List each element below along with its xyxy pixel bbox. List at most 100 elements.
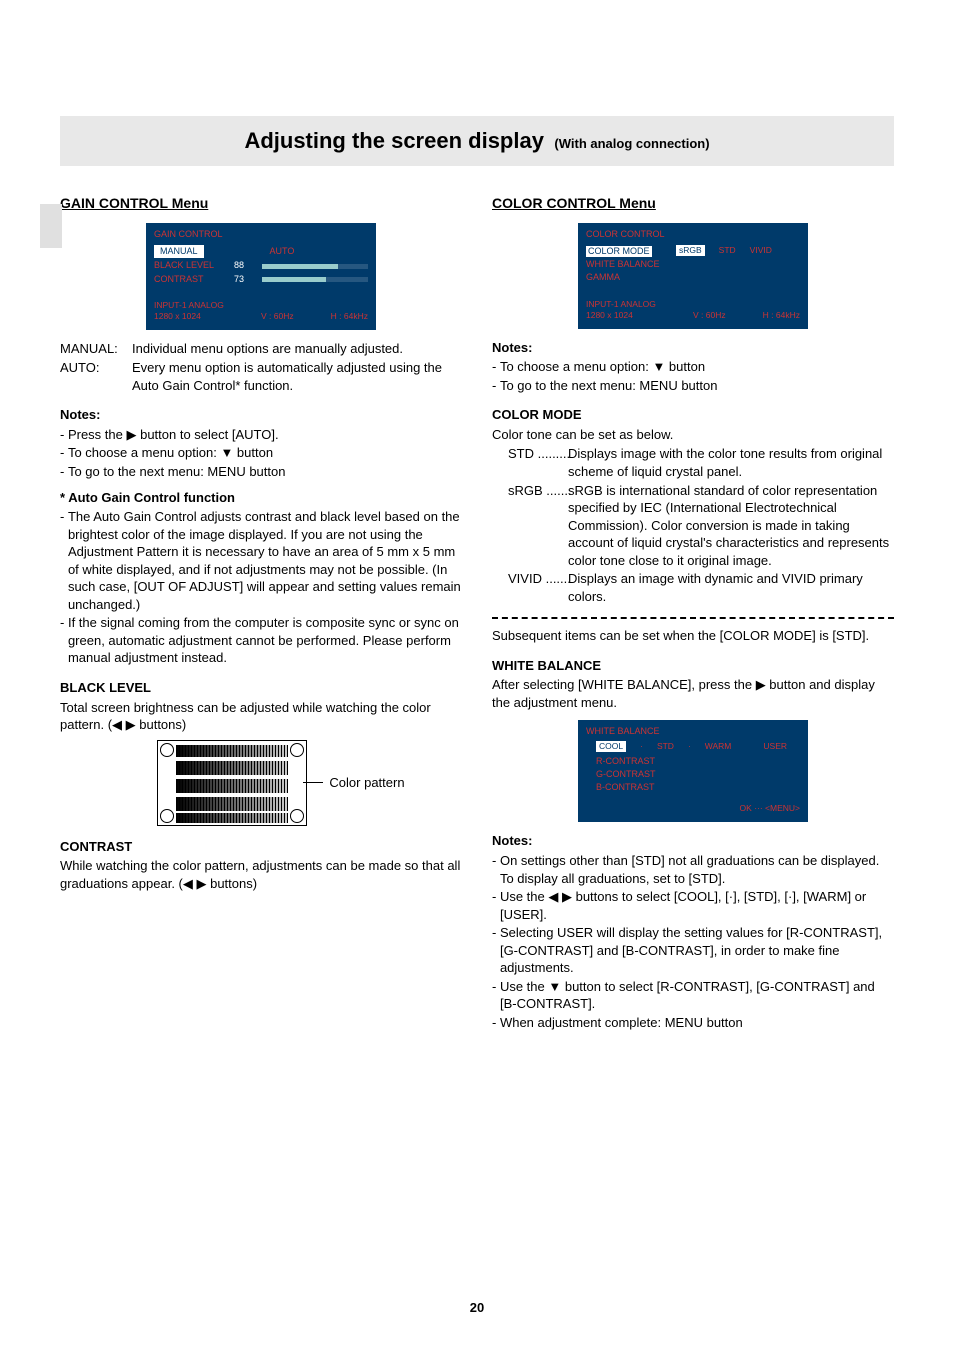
dashed-separator [492, 617, 894, 619]
page-title: Adjusting the screen display [244, 128, 544, 153]
def-val: Individual menu options are manually adj… [132, 340, 462, 358]
def-key: MANUAL: [60, 340, 132, 358]
osd-row-contrast: CONTRAST 73 [154, 274, 368, 286]
osd-item-b-contrast: B-CONTRAST [596, 782, 800, 794]
osd-title: GAIN CONTROL [154, 229, 368, 241]
osd-opt-std: STD [719, 245, 736, 256]
color-control-heading: COLOR CONTROL Menu [492, 194, 894, 213]
list-item: To choose a menu option: ▼ button [60, 444, 462, 462]
osd-label: CONTRAST [154, 274, 234, 286]
notes-heading: Notes: [60, 406, 462, 424]
color-mode-heading: COLOR MODE [492, 406, 894, 424]
osd-title: COLOR CONTROL [586, 229, 800, 241]
osd-hfreq: H : 64kHz [763, 310, 800, 321]
osd-white-balance: WHITE BALANCE COOL · STD · WARM USER R-C… [578, 720, 808, 823]
left-column: GAIN CONTROL Menu GAIN CONTROL MANUAL AU… [60, 194, 462, 1039]
osd-row-black-level: BLACK LEVEL 88 [154, 260, 368, 272]
title-bar: Adjusting the screen display (With analo… [60, 116, 894, 166]
osd-item-color-mode: COLOR MODE [586, 246, 652, 258]
agc-heading: * Auto Gain Control function [60, 489, 462, 507]
list-item: On settings other than [STD] not all gra… [492, 852, 894, 887]
white-balance-body: After selecting [WHITE BALANCE], press t… [492, 676, 894, 711]
def-manual: MANUAL: Individual menu options are manu… [60, 340, 462, 358]
osd-title: WHITE BALANCE [586, 726, 800, 738]
contrast-body: While watching the color pattern, adjust… [60, 857, 462, 892]
contrast-heading: CONTRAST [60, 838, 462, 856]
list-item: STD ......... Displays image with the co… [508, 445, 894, 480]
pattern-box [157, 740, 307, 826]
osd-opt-user: USER [763, 741, 787, 752]
def-val: Every menu option is automatically adjus… [132, 359, 462, 394]
osd-color-control: COLOR CONTROL COLOR MODE WHITE BALANCE G… [578, 223, 808, 329]
color-pattern-figure: Color pattern [100, 740, 462, 826]
osd-slider [262, 264, 368, 269]
notes-heading: Notes: [492, 339, 894, 357]
osd-opt-std: STD [657, 741, 674, 752]
color-mode-intro: Color tone can be set as below. [492, 426, 894, 444]
black-level-body: Total screen brightness can be adjusted … [60, 699, 462, 734]
color-mode-list: STD ......... Displays image with the co… [492, 445, 894, 605]
subsequent-note: Subsequent items can be set when the [CO… [492, 627, 894, 645]
def-key: AUTO: [60, 359, 132, 394]
list-item: If the signal coming from the computer i… [60, 614, 462, 667]
pattern-label: Color pattern [329, 774, 404, 792]
list-item: To go to the next menu: MENU button [492, 377, 894, 395]
leader-line [303, 782, 323, 783]
osd-status: INPUT-1 ANALOG1280 x 1024 V : 60Hz H : 6… [586, 299, 800, 321]
black-level-heading: BLACK LEVEL [60, 679, 462, 697]
osd-item-white-balance: WHITE BALANCE [586, 259, 676, 271]
osd-item-g-contrast: G-CONTRAST [596, 769, 800, 781]
osd-tabs: MANUAL AUTO [154, 245, 368, 259]
osd-res: 1280 x 1024 [586, 310, 633, 320]
def-auto: AUTO: Every menu option is automatically… [60, 359, 462, 394]
osd-input: INPUT-1 ANALOG [586, 299, 656, 309]
page-number: 20 [0, 1300, 954, 1315]
list-item: sRGB ....... sRGB is international stand… [508, 482, 894, 570]
osd-opt-vivid: VIVID [750, 245, 772, 256]
gain-control-heading: GAIN CONTROL Menu [60, 194, 462, 213]
list-item: The Auto Gain Control adjusts contrast a… [60, 508, 462, 613]
two-column-layout: GAIN CONTROL Menu GAIN CONTROL MANUAL AU… [60, 194, 894, 1039]
osd-options: sRGB STD VIVID [676, 245, 772, 256]
white-balance-heading: WHITE BALANCE [492, 657, 894, 675]
list-item: Selecting USER will display the setting … [492, 924, 894, 977]
osd-label: BLACK LEVEL [154, 260, 234, 272]
osd-tab-manual: MANUAL [154, 245, 204, 259]
osd-hfreq: H : 64kHz [331, 311, 368, 322]
list-item: Use the ▼ button to select [R-CONTRAST],… [492, 978, 894, 1013]
right-column: COLOR CONTROL Menu COLOR CONTROL COLOR M… [492, 194, 894, 1039]
osd-wb-options: COOL · STD · WARM USER [596, 741, 800, 752]
osd-status: INPUT-1 ANALOG1280 x 1024 V : 60Hz H : 6… [154, 300, 368, 322]
list-item: To go to the next menu: MENU button [60, 463, 462, 481]
osd-item-r-contrast: R-CONTRAST [596, 756, 800, 768]
list-item: When adjustment complete: MENU button [492, 1014, 894, 1032]
list-item: VIVID ....... Displays an image with dyn… [508, 570, 894, 605]
osd-item-gamma: GAMMA [586, 272, 676, 284]
list-item: Press the ▶ button to select [AUTO]. [60, 426, 462, 444]
page-subtitle: (With analog connection) [554, 136, 709, 151]
list-item: To choose a menu option: ▼ button [492, 358, 894, 376]
osd-ok: OK ··· <MENU> [586, 803, 800, 814]
wb-notes-list: On settings other than [STD] not all gra… [492, 852, 894, 1031]
agc-list: The Auto Gain Control adjusts contrast a… [60, 508, 462, 667]
osd-res: 1280 x 1024 [154, 311, 201, 321]
osd-opt-dot: · [688, 741, 691, 752]
osd-opt-srgb: sRGB [676, 245, 705, 256]
osd-value: 73 [234, 274, 258, 286]
notes-list: Press the ▶ button to select [AUTO]. To … [60, 426, 462, 481]
osd-slider [262, 277, 368, 282]
side-tab [40, 204, 62, 248]
osd-vfreq: V : 60Hz [261, 311, 294, 322]
osd-input: INPUT-1 ANALOG [154, 300, 224, 310]
osd-value: 88 [234, 260, 258, 272]
notes-list: To choose a menu option: ▼ button To go … [492, 358, 894, 394]
osd-gain-control: GAIN CONTROL MANUAL AUTO BLACK LEVEL 88 … [146, 223, 376, 330]
osd-opt-dot: · [640, 741, 643, 752]
osd-opt-warm: WARM [705, 741, 732, 752]
list-item: Use the ◀ ▶ buttons to select [COOL], [·… [492, 888, 894, 923]
osd-vfreq: V : 60Hz [693, 310, 726, 321]
osd-tab-auto: AUTO [264, 245, 301, 259]
document-page: Adjusting the screen display (With analo… [0, 0, 954, 1351]
osd-opt-cool: COOL [596, 741, 626, 752]
wb-notes-heading: Notes: [492, 832, 894, 850]
